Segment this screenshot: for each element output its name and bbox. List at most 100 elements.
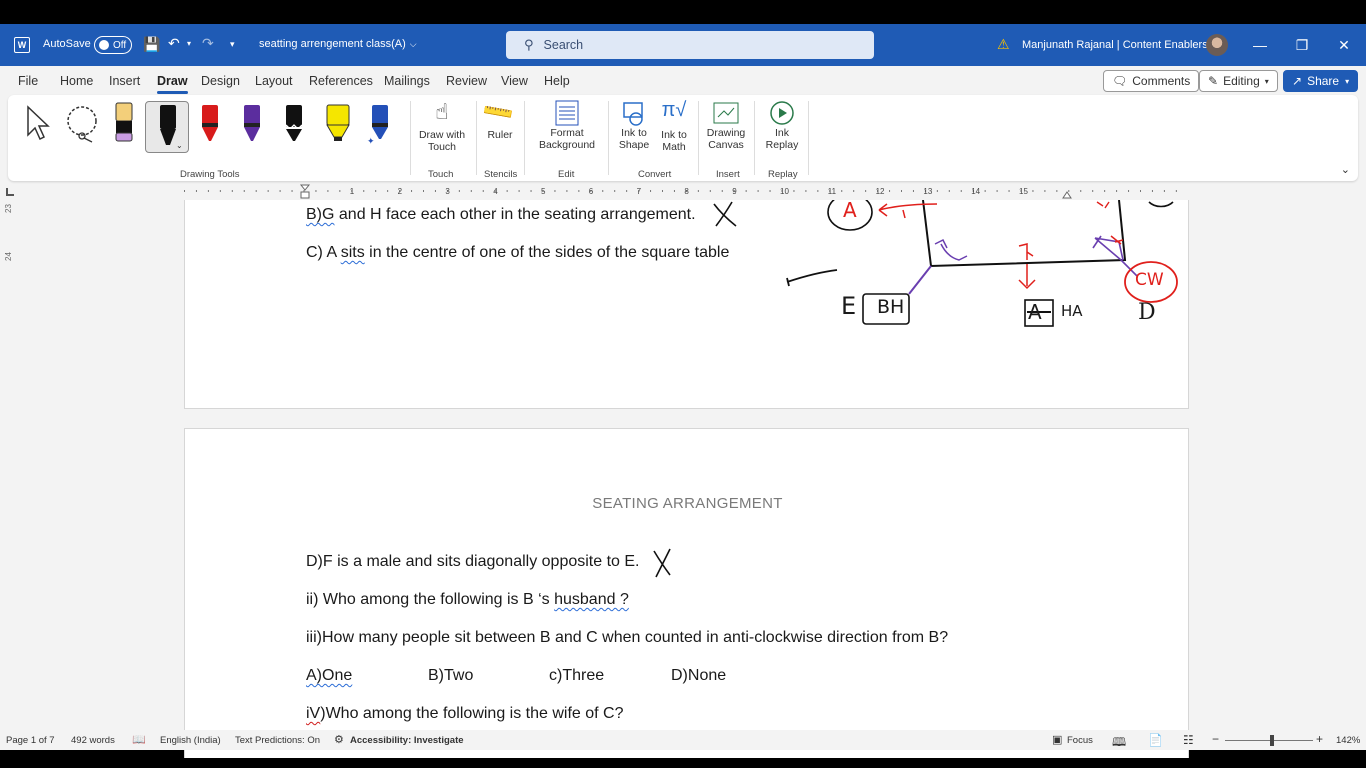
option-b[interactable]: B)Two [428, 667, 473, 685]
ink-to-math-button[interactable]: π√ Ink to Math [656, 99, 692, 153]
paragraph-b[interactable]: B)G and H face each other in the seating… [306, 206, 696, 224]
language[interactable]: English (India) [160, 735, 221, 746]
line-c-text: in the centre of one of the sides of the… [364, 244, 730, 261]
select-arrow-icon[interactable] [24, 105, 52, 141]
tab-review[interactable]: Review [446, 74, 487, 88]
question-ii[interactable]: ii) Who among the following is B ‘s husb… [306, 591, 629, 609]
ruler-button[interactable]: 📏 Ruler [480, 94, 518, 141]
ruler-tick [841, 190, 843, 192]
indent-marker[interactable] [299, 184, 311, 199]
tab-design[interactable]: Design [201, 74, 240, 88]
highlighter-icon[interactable] [324, 103, 352, 143]
editing-mode-button[interactable]: ✎ Editing ▾ [1199, 70, 1278, 92]
question-ii-word: husband ? [554, 591, 629, 608]
avatar[interactable] [1206, 34, 1228, 56]
ruler-tick [1008, 190, 1010, 192]
accessibility-status[interactable]: Accessibility: Investigate [350, 735, 464, 746]
collapse-ribbon-icon[interactable]: ⌄ [1341, 163, 1350, 176]
option-c[interactable]: c)Three [549, 667, 604, 685]
ruler-tick [1104, 190, 1106, 192]
diagram-label-d: D [1138, 300, 1156, 325]
user-name[interactable]: Manjunath Rajanal | Content Enablers [1022, 39, 1208, 51]
format-background-button[interactable]: Format Background [530, 99, 604, 151]
galaxy-pen-icon[interactable]: ✦ [366, 103, 392, 145]
page-count[interactable]: Page 1 of 7 [6, 735, 55, 746]
redo-icon[interactable]: ↷ [202, 35, 214, 52]
zoom-slider-thumb[interactable] [1270, 735, 1274, 746]
paragraph-d[interactable]: D)F is a male and sits diagonally opposi… [306, 553, 640, 571]
document-page[interactable]: B)G and H face each other in the seating… [184, 198, 1189, 409]
question-iii[interactable]: iii)How many people sit between B and C … [306, 629, 948, 647]
zoom-slider-track[interactable] [1225, 740, 1313, 741]
word-count[interactable]: 492 words [71, 735, 115, 746]
tab-selector[interactable] [6, 188, 14, 196]
tab-layout[interactable]: Layout [255, 74, 293, 88]
option-d[interactable]: D)None [671, 667, 726, 685]
ruler-tick [769, 190, 771, 192]
ruler-tick [948, 190, 950, 192]
horizontal-ruler[interactable]: 1 2 3 4 5 6 7 8 9 10 11 12 13 14 15 [0, 182, 1366, 200]
chevron-down-icon[interactable]: ⌄ [176, 141, 183, 150]
ruler-tick [626, 190, 628, 192]
zoom-out-button[interactable]: − [1212, 732, 1219, 746]
autosave-toggle[interactable]: Off [94, 36, 132, 54]
ruler-tick [566, 190, 568, 192]
ruler-tick [853, 190, 855, 192]
search-box[interactable]: ⚲ Search [506, 31, 874, 59]
focus-button[interactable]: Focus [1067, 735, 1093, 746]
ruler-tick [267, 190, 269, 192]
tab-mailings[interactable]: Mailings [384, 74, 430, 88]
tab-file[interactable]: File [18, 74, 38, 88]
tab-references[interactable]: References [309, 74, 373, 88]
document-title[interactable]: seatting arrengement class(A) ⌵ [259, 38, 417, 50]
ruler-number: 14 [971, 187, 980, 196]
ruler-tick [423, 190, 424, 192]
paragraph-c[interactable]: C) A sits in the centre of one of the si… [306, 244, 729, 262]
close-button[interactable]: ✕ [1334, 37, 1354, 54]
comments-label: Comments [1132, 74, 1191, 88]
purple-pen-icon[interactable] [240, 103, 264, 143]
ruler-tick [996, 190, 998, 192]
ruler-tick [530, 190, 532, 192]
undo-dropdown-icon[interactable]: ▾ [187, 39, 191, 48]
lasso-select-icon[interactable] [64, 105, 102, 143]
warning-icon[interactable]: ⚠ [997, 36, 1010, 53]
question-iv[interactable]: iV)Who among the following is the wife o… [306, 705, 624, 723]
option-a[interactable]: A)One [306, 667, 352, 685]
tab-home[interactable]: Home [60, 74, 93, 88]
read-mode-icon[interactable]: 🕮 [1112, 733, 1126, 754]
tab-draw[interactable]: Draw [157, 74, 188, 94]
ruler-tick [482, 190, 484, 192]
web-layout-icon[interactable]: ☷ [1183, 733, 1194, 747]
zoom-level[interactable]: 142% [1336, 735, 1360, 746]
pencil-tool-icon[interactable] [282, 103, 306, 143]
ink-to-shape-button[interactable]: Ink to Shape [614, 99, 654, 151]
tab-help[interactable]: Help [544, 74, 570, 88]
draw-ribbon: ⌄ ✦ ☝ Draw with Touch 📏 Ruler Format Bac… [8, 94, 1358, 181]
draw-with-touch-button[interactable]: ☝ Draw with Touch [414, 99, 470, 153]
text-predictions[interactable]: Text Predictions: On [235, 735, 320, 746]
restore-button[interactable]: ❐ [1292, 37, 1312, 54]
ink-replay-button[interactable]: Ink Replay [760, 99, 804, 151]
red-pen-icon[interactable] [198, 103, 222, 143]
tab-insert[interactable]: Insert [109, 74, 140, 88]
minimize-button[interactable]: — [1250, 37, 1270, 53]
proofing-icon[interactable]: 📖 [132, 733, 146, 746]
share-button[interactable]: ↗ Share ▾ [1283, 70, 1359, 92]
comments-button[interactable]: 🗨 Comments [1103, 70, 1200, 92]
replay-group-label: Replay [768, 169, 798, 180]
ruler-tick [219, 190, 221, 192]
ruler-tick [1175, 190, 1177, 192]
ruler-tick [697, 190, 699, 192]
customize-toolbar-icon[interactable]: ▾ [230, 39, 235, 50]
zoom-in-button[interactable]: + [1316, 732, 1323, 746]
right-indent-marker[interactable] [1062, 191, 1072, 199]
undo-icon[interactable]: ↶ [168, 35, 180, 52]
ruler-tick [709, 190, 711, 192]
drawing-canvas-button[interactable]: Drawing Canvas [704, 99, 748, 151]
eraser-icon[interactable] [112, 101, 136, 143]
save-icon[interactable]: 💾 [143, 36, 160, 53]
print-layout-icon[interactable]: 📄 [1148, 733, 1163, 747]
document-page[interactable]: SEATING ARRANGEMENT D)F is a male and si… [184, 428, 1189, 758]
tab-view[interactable]: View [501, 74, 528, 88]
